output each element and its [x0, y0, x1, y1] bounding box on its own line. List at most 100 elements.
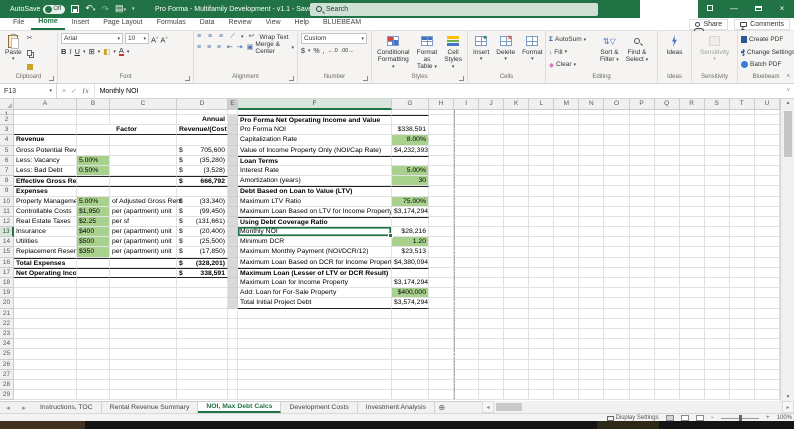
cell-P12[interactable] — [629, 216, 655, 228]
cell-K8[interactable] — [504, 176, 530, 187]
cell-H4[interactable] — [429, 135, 455, 146]
cell-G2[interactable] — [392, 115, 429, 126]
cut-icon[interactable]: ✂ — [27, 34, 33, 42]
cell-F3[interactable]: Pro Forma NOI — [238, 125, 392, 136]
cell-K22[interactable] — [504, 318, 530, 329]
cell-E14[interactable] — [228, 237, 238, 248]
cell-Q4[interactable] — [654, 135, 680, 146]
cell-U16[interactable] — [754, 257, 780, 268]
cell-I17[interactable] — [454, 267, 480, 278]
cell-C24[interactable] — [110, 339, 177, 350]
cell-N11[interactable] — [579, 206, 605, 217]
cell-Q9[interactable] — [654, 186, 680, 197]
cell-K9[interactable] — [504, 186, 530, 197]
cell-E3[interactable] — [228, 125, 238, 136]
row-header-12[interactable]: 12 — [0, 216, 14, 228]
cell-D24[interactable] — [177, 339, 228, 350]
column-header-F[interactable]: F — [238, 99, 392, 110]
cell-H20[interactable] — [429, 298, 455, 309]
cell-P14[interactable] — [629, 237, 655, 248]
cell-D17[interactable]: $338,591 — [177, 267, 228, 278]
row-header-10[interactable]: 10 — [0, 196, 14, 207]
borders-icon[interactable]: ⊞ — [88, 47, 94, 56]
percent-style-icon[interactable]: % — [313, 48, 319, 55]
cell-G20[interactable]: $3,574,294 — [392, 298, 429, 309]
cell-O3[interactable] — [604, 125, 630, 136]
cell-E13[interactable] — [228, 227, 238, 238]
cell-P16[interactable] — [629, 257, 655, 268]
cell-C15[interactable]: per (apartment) unit — [110, 247, 177, 258]
horizontal-scroll-thumb[interactable] — [496, 403, 522, 411]
cell-H7[interactable] — [429, 165, 455, 177]
cell-A2[interactable] — [14, 115, 77, 126]
cell-R8[interactable] — [679, 176, 705, 187]
cell-G17[interactable] — [392, 267, 429, 278]
cell-Q25[interactable] — [654, 349, 680, 360]
alignment-dialog-launcher-icon[interactable] — [289, 76, 294, 81]
cell-J6[interactable] — [479, 155, 505, 166]
scroll-down-icon[interactable]: ▼ — [781, 394, 794, 400]
expand-formula-bar-icon[interactable]: ˅ — [786, 88, 790, 94]
cell-M24[interactable] — [554, 339, 580, 350]
cell-K13[interactable] — [504, 227, 530, 238]
cell-B14[interactable]: $500 — [77, 237, 110, 248]
align-left-icon[interactable]: ≡ — [197, 44, 204, 52]
cell-I3[interactable] — [454, 125, 480, 136]
cell-U17[interactable] — [754, 267, 780, 278]
cell-L7[interactable] — [529, 165, 555, 177]
cell-O6[interactable] — [604, 155, 630, 166]
row-header-22[interactable]: 22 — [0, 318, 14, 329]
cell-M20[interactable] — [554, 298, 580, 309]
cell-O8[interactable] — [604, 176, 630, 187]
ribbon-tab-review[interactable]: Review — [222, 17, 259, 30]
sheet-nav-right-icon[interactable]: ▸ — [16, 402, 32, 413]
cell-Q7[interactable] — [654, 165, 680, 177]
cell-R22[interactable] — [679, 318, 705, 329]
cell-R28[interactable] — [679, 379, 705, 391]
column-header-I[interactable]: I — [454, 99, 480, 110]
ribbon-tab-help[interactable]: Help — [288, 17, 316, 30]
cell-H21[interactable] — [429, 308, 455, 319]
row-header-23[interactable]: 23 — [0, 328, 14, 340]
scroll-right-icon[interactable]: ▸ — [782, 401, 794, 413]
fill-button[interactable]: ↓ Fill ▾ — [549, 47, 595, 58]
cell-D28[interactable] — [177, 379, 228, 391]
cell-I27[interactable] — [454, 369, 480, 380]
cell-K26[interactable] — [504, 359, 530, 370]
cell-F8[interactable]: Amortization (years) — [238, 176, 392, 187]
column-header-B[interactable]: B — [77, 99, 110, 110]
cell-T15[interactable] — [729, 247, 755, 258]
styles-dialog-launcher-icon[interactable] — [459, 76, 464, 81]
cell-B22[interactable] — [77, 318, 110, 329]
cell-L24[interactable] — [529, 339, 555, 350]
ribbon-tab-home[interactable]: Home — [31, 17, 65, 30]
cell-U3[interactable] — [754, 125, 780, 136]
cell-D20[interactable] — [177, 298, 228, 309]
cell-K7[interactable] — [504, 165, 530, 177]
cell-N29[interactable] — [579, 390, 605, 401]
clipboard-dialog-launcher-icon[interactable] — [49, 76, 54, 81]
search-input[interactable]: Search — [310, 2, 598, 16]
cell-B3[interactable]: Factor — [77, 125, 177, 136]
change-settings-button[interactable]: Change Settings — [741, 47, 794, 58]
cell-O28[interactable] — [604, 379, 630, 391]
cell-F2[interactable]: Pro Forma Net Operating Income and Value — [238, 115, 392, 126]
cell-R29[interactable] — [679, 390, 705, 401]
cell-L5[interactable] — [529, 145, 555, 156]
cell-N22[interactable] — [579, 318, 605, 329]
cell-G16[interactable]: $4,380,094 — [392, 257, 429, 268]
cell-E20[interactable] — [228, 298, 238, 309]
cell-C13[interactable]: per (apartment) unit — [110, 227, 177, 238]
cell-P20[interactable] — [629, 298, 655, 309]
cell-M15[interactable] — [554, 247, 580, 258]
cell-K24[interactable] — [504, 339, 530, 350]
cell-U28[interactable] — [754, 379, 780, 391]
cell-Q29[interactable] — [654, 390, 680, 401]
row-header-9[interactable]: 9 — [0, 186, 14, 197]
cell-P4[interactable] — [629, 135, 655, 146]
cell-H3[interactable] — [429, 125, 455, 136]
cell-E24[interactable] — [228, 339, 238, 350]
cell-H6[interactable] — [429, 155, 455, 166]
cell-B18[interactable] — [77, 278, 110, 289]
cell-T24[interactable] — [729, 339, 755, 350]
